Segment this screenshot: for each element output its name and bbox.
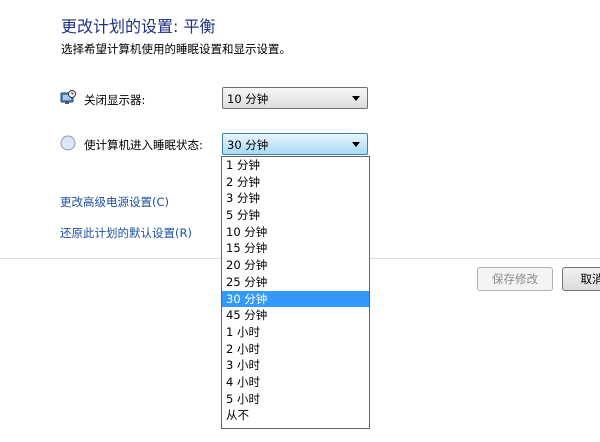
save-changes-button[interactable]: 保存修改 — [477, 267, 553, 291]
dropdown-option[interactable]: 15 分钟 — [222, 240, 369, 257]
display-off-select[interactable]: 10 分钟 — [222, 87, 368, 109]
dropdown-option[interactable]: 从不 — [222, 407, 369, 424]
cancel-button[interactable]: 取消 — [562, 267, 600, 291]
dropdown-option[interactable]: 30 分钟 — [222, 290, 369, 308]
dropdown-option[interactable]: 45 分钟 — [222, 307, 369, 324]
dropdown-option[interactable]: 4 小时 — [222, 374, 369, 391]
chevron-down-icon — [352, 142, 360, 147]
display-off-value: 10 分钟 — [227, 92, 269, 106]
dropdown-option[interactable]: 5 小时 — [222, 391, 369, 408]
restore-defaults-link[interactable]: 还原此计划的默认设置(R) — [60, 225, 192, 241]
dropdown-option[interactable]: 2 小时 — [222, 341, 369, 358]
page-title: 更改计划的设置: 平衡 — [61, 17, 216, 36]
monitor-off-icon — [60, 90, 76, 104]
advanced-power-settings-link[interactable]: 更改高级电源设置(C) — [60, 194, 169, 210]
dropdown-option[interactable]: 5 分钟 — [222, 207, 369, 224]
sleep-label: 使计算机进入睡眠状态: — [84, 138, 203, 152]
sleep-select[interactable]: 30 分钟 — [222, 133, 368, 155]
sleep-value: 30 分钟 — [227, 138, 269, 152]
dropdown-option[interactable]: 25 分钟 — [222, 274, 369, 291]
dropdown-option[interactable]: 1 小时 — [222, 324, 369, 341]
page-subtitle: 选择希望计算机使用的睡眠设置和显示设置。 — [61, 42, 291, 56]
dropdown-option[interactable]: 20 分钟 — [222, 257, 369, 274]
dropdown-option[interactable]: 2 分钟 — [222, 174, 369, 191]
dropdown-option[interactable]: 3 分钟 — [222, 190, 369, 207]
sleep-dropdown-list[interactable]: 1 分钟 2 分钟 3 分钟 5 分钟 10 分钟 15 分钟 20 分钟 25 分钟 30 分… — [221, 156, 370, 429]
chevron-down-icon — [352, 96, 360, 101]
dropdown-option[interactable]: 3 小时 — [222, 357, 369, 374]
dropdown-option[interactable]: 10 分钟 — [222, 224, 369, 241]
display-off-label: 关闭显示器: — [84, 93, 146, 107]
sleep-moon-icon — [60, 135, 76, 151]
dropdown-option[interactable]: 1 分钟 — [222, 157, 369, 174]
